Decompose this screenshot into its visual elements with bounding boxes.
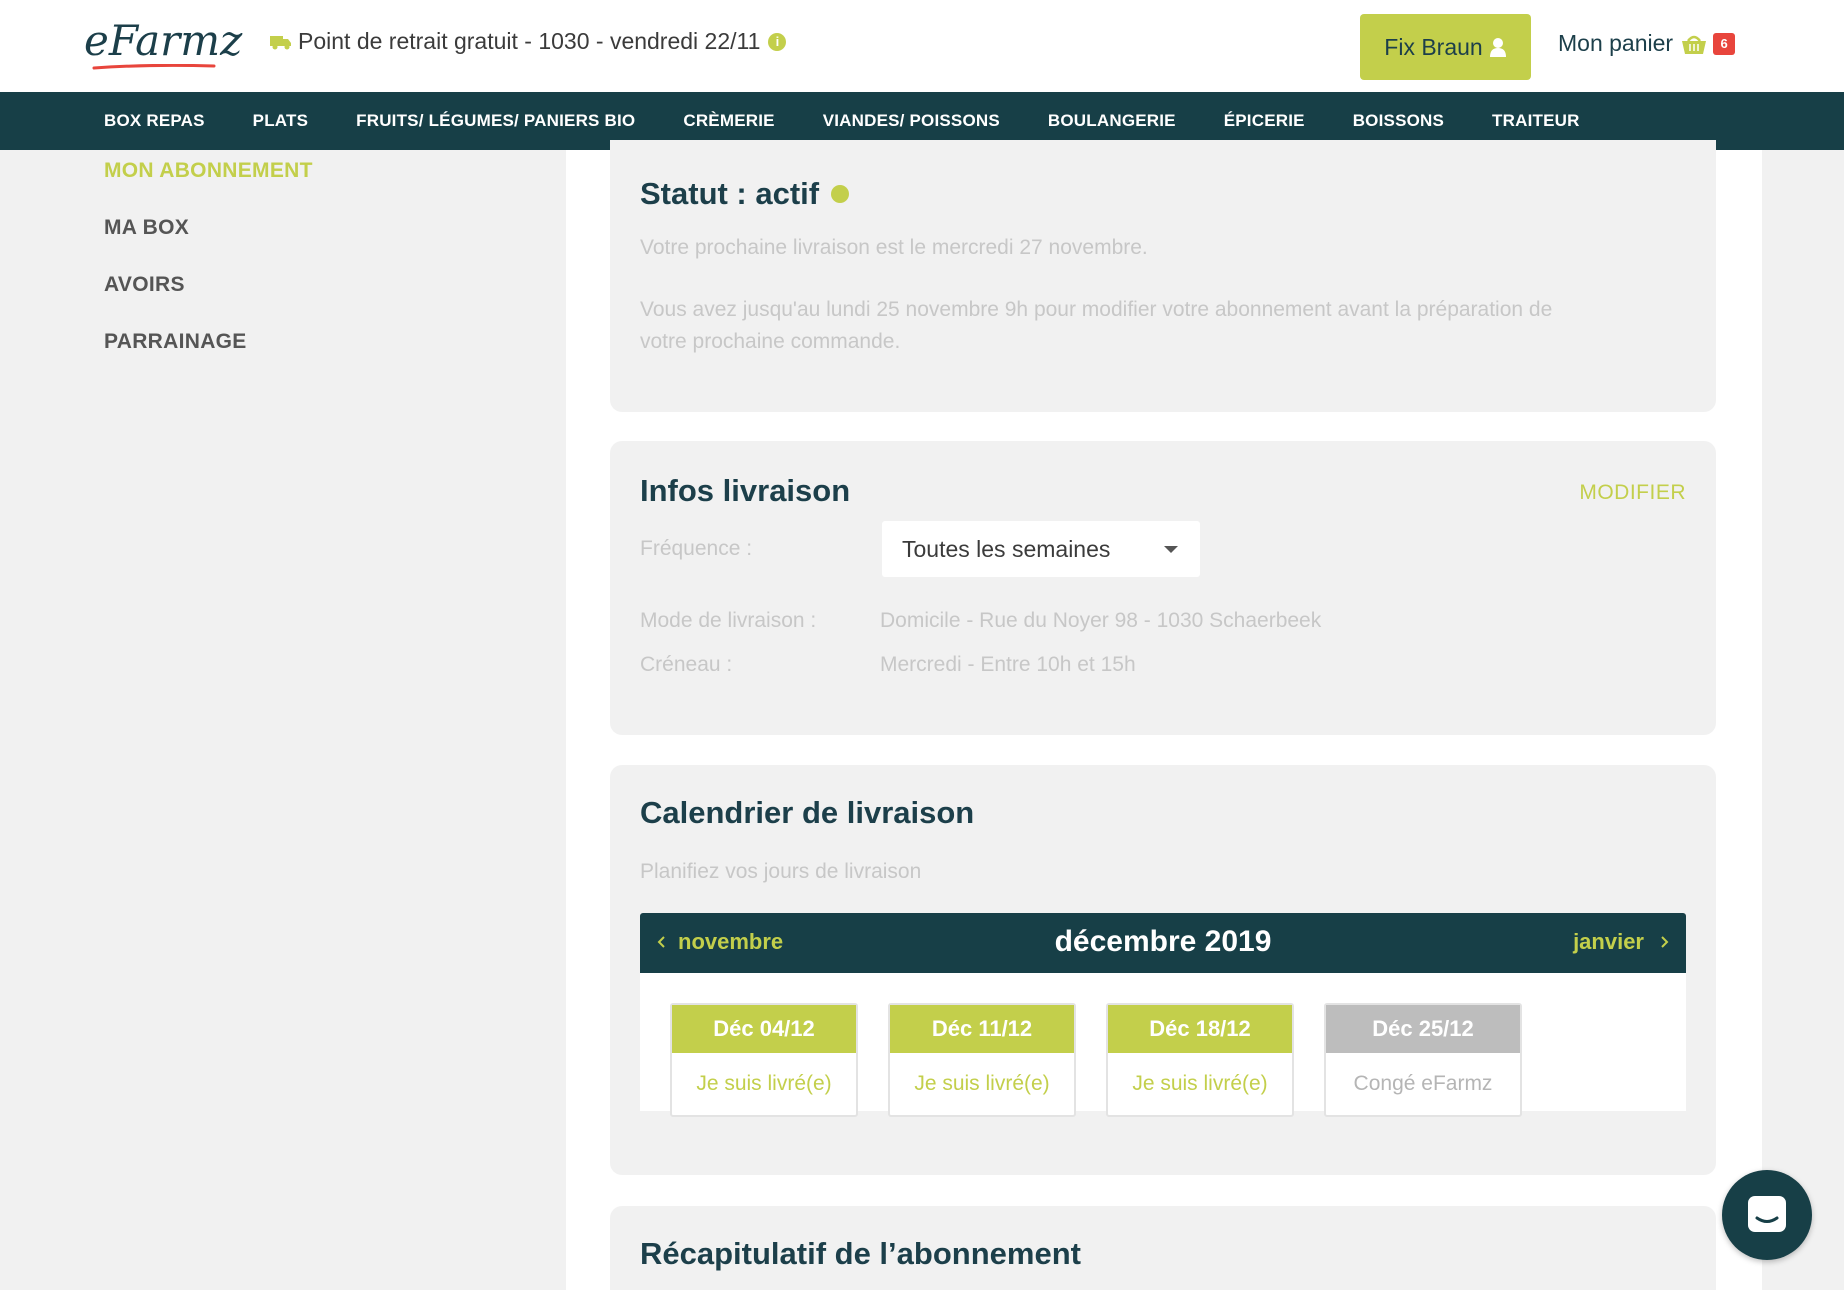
delivery-info-title: Infos livraison xyxy=(640,473,851,508)
calendar-day[interactable]: Déc 11/12 Je suis livré(e) xyxy=(888,1003,1076,1117)
modify-deadline-text: Vous avez jusqu'au lundi 25 novembre 9h … xyxy=(640,298,1553,353)
current-month-label: décembre 2019 xyxy=(1054,925,1272,958)
day-status: Je suis livré(e) xyxy=(696,1072,832,1095)
status-title: Statut : actif xyxy=(640,176,850,212)
nav-item-boulangerie[interactable]: BOULANGERIE xyxy=(1048,111,1176,131)
nav-item-fruits-legumes[interactable]: FRUITS/ LÉGUMES/ PANIERS BIO xyxy=(356,111,635,131)
day-date: Déc 04/12 xyxy=(672,1005,856,1053)
basket-icon xyxy=(1682,35,1707,54)
day-date: Déc 25/12 xyxy=(1326,1005,1520,1053)
nav-item-cremerie[interactable]: CRÈMERIE xyxy=(683,111,774,131)
efarmz-logo[interactable]: eFarmz xyxy=(84,16,242,65)
delivery-calendar-card: Calendrier de livraison Planifiez vos jo… xyxy=(610,765,1716,1175)
delivery-mode-label: Mode de livraison : xyxy=(640,609,817,632)
slot-value: Mercredi - Entre 10h et 15h xyxy=(880,653,1136,676)
subscription-recap-card: Récapitulatif de l’abonnement xyxy=(610,1206,1716,1290)
top-header: eFarmz Point de retrait gratuit - 1030 -… xyxy=(0,0,1844,92)
chat-launcher-button[interactable] xyxy=(1722,1170,1812,1260)
next-month-label: janvier xyxy=(1573,929,1644,954)
nav-item-plats[interactable]: PLATS xyxy=(253,111,308,131)
chevron-down-icon xyxy=(1164,546,1178,553)
account-sidebar: MON ABONNEMENT MA BOX AVOIRS PARRAINAGE xyxy=(104,156,313,384)
truck-icon xyxy=(270,35,291,49)
nav-item-epicerie[interactable]: ÉPICERIE xyxy=(1224,111,1305,131)
nav-item-viandes-poissons[interactable]: VIANDES/ POISSONS xyxy=(823,111,1000,131)
chevron-right-icon xyxy=(1661,936,1669,948)
calendar-days: Déc 04/12 Je suis livré(e) Déc 11/12 Je … xyxy=(640,973,1686,1117)
status-card: Statut : actif Votre prochaine livraison… xyxy=(610,140,1716,412)
slot-label: Créneau : xyxy=(640,653,733,676)
user-name: Fix Braun xyxy=(1384,33,1483,60)
logo-underline-swash xyxy=(92,64,216,70)
frequency-selected-value: Toutes les semaines xyxy=(902,535,1111,562)
calendar-month-header: novembre décembre 2019 janvier xyxy=(640,913,1686,973)
cart-button[interactable]: Mon panier 6 xyxy=(1558,30,1736,57)
calendar-day-holiday: Déc 25/12 Congé eFarmz xyxy=(1324,1003,1522,1117)
nav-item-traiteur[interactable]: TRAITEUR xyxy=(1492,111,1580,131)
calendar-title: Calendrier de livraison xyxy=(640,795,975,830)
day-status: Je suis livré(e) xyxy=(1132,1072,1268,1095)
frequency-label: Fréquence : xyxy=(640,537,753,560)
pickup-banner[interactable]: Point de retrait gratuit - 1030 - vendre… xyxy=(270,28,787,55)
user-account-button[interactable]: Fix Braun xyxy=(1360,14,1531,80)
nav-item-boissons[interactable]: BOISSONS xyxy=(1353,111,1444,131)
frequency-select[interactable]: Toutes les semaines xyxy=(882,521,1200,577)
nav-item-box-repas[interactable]: BOX REPAS xyxy=(104,111,205,131)
day-date: Déc 11/12 xyxy=(890,1005,1074,1053)
next-month-button[interactable]: janvier xyxy=(1573,929,1670,955)
pickup-text: Point de retrait gratuit - 1030 - vendre… xyxy=(298,28,761,54)
day-date: Déc 18/12 xyxy=(1108,1005,1292,1053)
day-status: Je suis livré(e) xyxy=(914,1072,1050,1095)
calendar-subtitle: Planifiez vos jours de livraison xyxy=(640,860,922,883)
delivery-info-card: Infos livraison MODIFIER Fréquence : Tou… xyxy=(610,441,1716,735)
next-delivery-text: Votre prochaine livraison est le mercred… xyxy=(640,236,1148,259)
sidebar-item-mon-abonnement[interactable]: MON ABONNEMENT xyxy=(104,156,313,213)
sidebar-item-avoirs[interactable]: AVOIRS xyxy=(104,270,313,327)
user-icon xyxy=(1489,38,1506,57)
sidebar-item-parrainage[interactable]: PARRAINAGE xyxy=(104,327,313,384)
modify-delivery-link[interactable]: MODIFIER xyxy=(1579,481,1686,505)
sidebar-item-ma-box[interactable]: MA BOX xyxy=(104,213,313,270)
cart-label: Mon panier xyxy=(1558,30,1674,56)
cart-count-badge: 6 xyxy=(1713,32,1736,55)
status-active-dot xyxy=(831,185,850,203)
delivery-mode-value: Domicile - Rue du Noyer 98 - 1030 Schaer… xyxy=(880,609,1322,632)
info-icon[interactable]: i xyxy=(768,32,787,51)
day-status: Congé eFarmz xyxy=(1353,1072,1493,1095)
calendar-day[interactable]: Déc 18/12 Je suis livré(e) xyxy=(1106,1003,1294,1117)
recap-title: Récapitulatif de l’abonnement xyxy=(640,1236,1081,1271)
status-title-text: Statut : actif xyxy=(640,176,820,211)
calendar-day[interactable]: Déc 04/12 Je suis livré(e) xyxy=(670,1003,858,1117)
chat-icon xyxy=(1748,1196,1786,1232)
